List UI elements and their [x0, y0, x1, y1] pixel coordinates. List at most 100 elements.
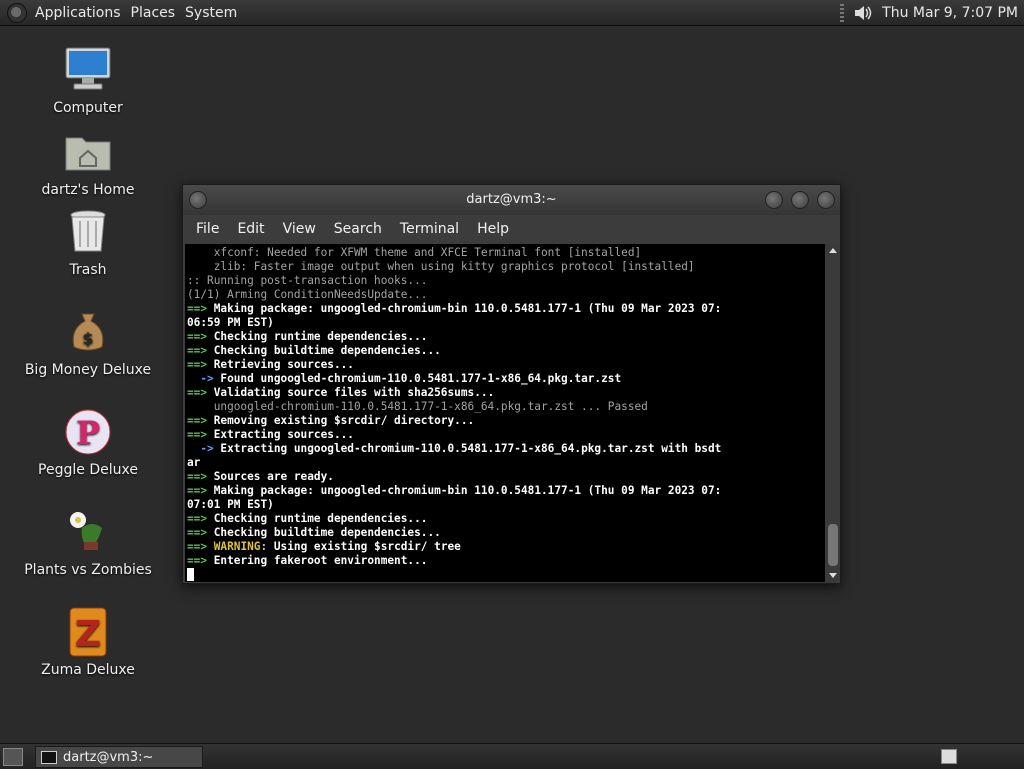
home-folder-icon	[62, 126, 114, 178]
menu-search[interactable]: Search	[325, 221, 391, 237]
terminal-line: ungoogled-chromium-110.0.5481.177-1-x86_…	[187, 400, 825, 414]
terminal-line-text: Sources are ready.	[207, 470, 334, 483]
svg-text:$: $	[82, 329, 93, 348]
terminal-line-prefix: ==>	[187, 470, 208, 483]
desktop-icon-peggle[interactable]: P Peggle Deluxe	[18, 406, 158, 478]
terminal-line-text: 06:59 PM EST)	[187, 316, 274, 329]
window-title: dartz@vm3:~	[466, 192, 557, 207]
taskbar-window-button[interactable]: dartz@vm3:~	[35, 746, 203, 768]
svg-text:Z: Z	[75, 614, 101, 655]
desktop-icon-label: Zuma Deluxe	[41, 662, 135, 678]
terminal-line-prefix: ->	[187, 372, 214, 385]
terminal-line: ==> Retrieving sources...	[187, 358, 825, 372]
terminal-line: ==> Checking buildtime dependencies...	[187, 526, 825, 540]
terminal-window[interactable]: dartz@vm3:~ File Edit View Search Termin…	[182, 184, 841, 584]
scroll-up-icon[interactable]	[829, 248, 837, 253]
volume-icon[interactable]	[852, 4, 874, 22]
clock[interactable]: Thu Mar 9, 7:07 PM	[882, 5, 1018, 21]
bottom-panel: dartz@vm3:~	[0, 743, 1024, 769]
terminal-line: ==> Checking runtime dependencies...	[187, 330, 825, 344]
terminal-scrollbar[interactable]	[826, 244, 840, 582]
terminal-line-text: Making package: ungoogled-chromium-bin 1…	[207, 302, 722, 315]
terminal-line-prefix: ==>	[187, 330, 208, 343]
menu-terminal[interactable]: Terminal	[391, 221, 468, 237]
terminal-line-text: Found ungoogled-chromium-110.0.5481.177-…	[213, 372, 622, 385]
terminal-line: :: Running post-transaction hooks...	[187, 274, 825, 288]
plants-vs-zombies-icon	[62, 506, 114, 558]
zuma-icon: Z	[62, 606, 114, 658]
terminal-line: ==> Making package: ungoogled-chromium-b…	[187, 484, 825, 498]
menu-edit[interactable]: Edit	[228, 221, 273, 237]
terminal-line-text: Checking runtime dependencies...	[207, 512, 428, 525]
minimize-icon[interactable]	[765, 191, 783, 209]
close-icon[interactable]	[817, 191, 835, 209]
top-panel: Applications Places System Thu Mar 9, 7:…	[0, 0, 1024, 26]
menu-help[interactable]: Help	[468, 221, 518, 237]
terminal-line-text: Checking buildtime dependencies...	[207, 526, 441, 539]
terminal-line-text: Removing existing $srcdir/ directory...	[207, 414, 475, 427]
terminal-cursor	[187, 568, 194, 581]
desktop-icon-label: Peggle Deluxe	[38, 462, 138, 478]
terminal-line: ar	[187, 456, 825, 470]
terminal-line-text: ar	[187, 456, 201, 469]
terminal-line-text: xfconf: Needed for XFWM theme and XFCE T…	[187, 246, 642, 259]
terminal-line-text: ungoogled-chromium-110.0.5481.177-1-x86_…	[187, 400, 648, 413]
terminal-line-text: Validating source files with sha256sums.…	[207, 386, 495, 399]
terminal-line: -> Found ungoogled-chromium-110.0.5481.1…	[187, 372, 825, 386]
terminal-line: ==> Making package: ungoogled-chromium-b…	[187, 302, 825, 316]
terminal-line-prefix: ==>	[187, 428, 208, 441]
terminal-line: ==> Checking buildtime dependencies...	[187, 344, 825, 358]
menu-file[interactable]: File	[187, 221, 228, 237]
menu-view[interactable]: View	[274, 221, 325, 237]
terminal-line-prefix: ==>	[187, 344, 208, 357]
panel-handle[interactable]	[840, 3, 845, 22]
places-menu[interactable]: Places	[129, 5, 184, 21]
desktop-icon-big-money[interactable]: $ Big Money Deluxe	[18, 306, 158, 378]
terminal-line: ==> Checking runtime dependencies...	[187, 512, 825, 526]
window-titlebar[interactable]: dartz@vm3:~	[183, 185, 840, 215]
terminal-line: 06:59 PM EST)	[187, 316, 825, 330]
system-menu[interactable]: System	[183, 5, 245, 21]
terminal-line-rest: Using existing $srcdir/ tree	[267, 540, 461, 553]
terminal-line: ==> Sources are ready.	[187, 470, 825, 484]
terminal-line-text: :: Running post-transaction hooks...	[187, 274, 428, 287]
applications-menu[interactable]: Applications	[33, 5, 129, 21]
terminal-line-prefix: ==>	[187, 554, 208, 567]
terminal-line: ==> Extracting sources...	[187, 428, 825, 442]
terminal-line-prefix: ==>	[187, 386, 208, 399]
terminal-line-prefix: ==>	[187, 358, 208, 371]
scrollbar-thumb[interactable]	[828, 524, 838, 566]
desktop-icon-zuma[interactable]: Z Zuma Deluxe	[18, 606, 158, 678]
terminal-line-prefix: ==>	[187, 512, 208, 525]
terminal-menubar: File Edit View Search Terminal Help	[183, 215, 840, 243]
terminal-output[interactable]: xfconf: Needed for XFWM theme and XFCE T…	[185, 244, 825, 582]
terminal-line-text: (1/1) Arming ConditionNeedsUpdate...	[187, 288, 428, 301]
terminal-line-text: Extracting ungoogled-chromium-110.0.5481…	[213, 442, 722, 455]
terminal-line-text: Extracting sources...	[207, 428, 354, 441]
taskbar-window-label: dartz@vm3:~	[63, 749, 154, 765]
terminal-line-prefix: ==>	[187, 484, 208, 497]
trash-icon	[62, 206, 114, 258]
workspace-switcher[interactable]	[941, 749, 957, 764]
desktop-icon-label: Trash	[69, 262, 107, 278]
desktop-icon-computer[interactable]: Computer	[18, 44, 158, 116]
terminal-line: -> Extracting ungoogled-chromium-110.0.5…	[187, 442, 825, 456]
desktop-icon-trash[interactable]: Trash	[18, 206, 158, 278]
peggle-icon: P	[62, 406, 114, 458]
scroll-down-icon[interactable]	[829, 573, 837, 578]
terminal-line-text: Checking runtime dependencies...	[207, 330, 428, 343]
terminal-icon	[41, 750, 57, 764]
maximize-icon[interactable]	[791, 191, 809, 209]
terminal-line: ==> Entering fakeroot environment...	[187, 554, 825, 568]
terminal-line: 07:01 PM EST)	[187, 498, 825, 512]
distro-logo-icon[interactable]	[7, 2, 27, 23]
terminal-line-text: Checking buildtime dependencies...	[207, 344, 441, 357]
show-desktop-icon[interactable]	[3, 748, 23, 766]
svg-text:P: P	[76, 414, 100, 452]
desktop-icon-plants-vs-zombies[interactable]: Plants vs Zombies	[18, 506, 158, 578]
terminal-line-text: WARNING:	[207, 540, 268, 553]
terminal-line-prefix: ==>	[187, 414, 208, 427]
desktop-icon-home[interactable]: dartz's Home	[18, 126, 158, 198]
terminal-text: xfconf: Needed for XFWM theme and XFCE T…	[185, 244, 825, 582]
terminal-line-prefix: ==>	[187, 526, 208, 539]
